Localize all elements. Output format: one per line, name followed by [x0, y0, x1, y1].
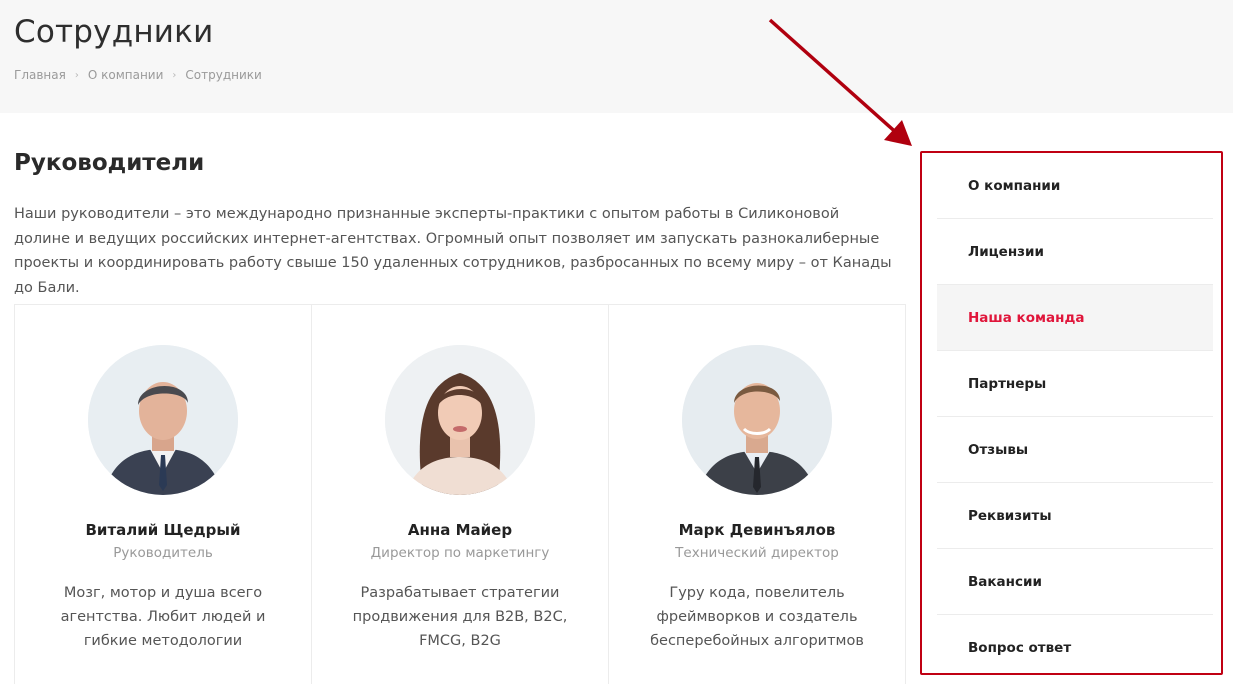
side-menu-item-about[interactable]: О компании — [937, 153, 1213, 219]
avatar — [682, 345, 832, 495]
side-menu-item-licenses[interactable]: Лицензии — [937, 219, 1213, 285]
member-role: Технический директор — [675, 545, 839, 561]
page-header: Сотрудники Главная › О компании › Сотруд… — [0, 0, 1233, 113]
page-title: Сотрудники — [14, 14, 214, 50]
member-description: Мозг, мотор и душа всего агентства. Люби… — [60, 585, 266, 649]
member-name: Анна Майер — [407, 521, 513, 539]
side-menu-item-faq[interactable]: Вопрос ответ — [937, 615, 1213, 681]
member-name: Виталий Щедрый — [85, 521, 241, 539]
side-menu-item-team[interactable]: Наша команда — [937, 285, 1213, 351]
side-menu: О компании Лицензии Наша команда Партнер… — [920, 151, 1223, 675]
team-card[interactable]: Анна Майер Директор по маркетингу Разраб… — [312, 305, 609, 684]
member-description: Разрабатывает стратегии продвижения для … — [352, 585, 568, 649]
team-cards: Виталий Щедрый Руководитель Мозг, мотор … — [14, 304, 906, 684]
team-card[interactable]: Марк Девинъялов Технический директор Гур… — [609, 305, 905, 684]
section-intro: Наши руководители – это международно при… — [14, 206, 892, 296]
member-name: Марк Девинъялов — [678, 521, 836, 539]
team-card[interactable]: Виталий Щедрый Руководитель Мозг, мотор … — [15, 305, 312, 684]
member-role: Директор по маркетингу — [370, 545, 550, 561]
member-role: Руководитель — [113, 545, 213, 561]
chevron-right-icon: › — [172, 69, 177, 81]
red-arrow-icon — [768, 18, 912, 146]
avatar — [88, 345, 238, 495]
side-menu-item-vacancies[interactable]: Вакансии — [937, 549, 1213, 615]
side-menu-item-reviews[interactable]: Отзывы — [937, 417, 1213, 483]
person-photo-icon — [88, 345, 238, 495]
breadcrumb-home-link[interactable]: Главная — [14, 68, 66, 82]
side-menu-item-partners[interactable]: Партнеры — [937, 351, 1213, 417]
person-photo-icon — [682, 345, 832, 495]
breadcrumb: Главная › О компании › Сотрудники — [14, 68, 262, 82]
person-photo-icon — [385, 345, 535, 495]
breadcrumb-current: Сотрудники — [185, 68, 262, 82]
avatar — [385, 345, 535, 495]
chevron-right-icon: › — [74, 69, 79, 81]
side-menu-item-requisites[interactable]: Реквизиты — [937, 483, 1213, 549]
section-title: Руководители — [14, 150, 205, 176]
member-description: Гуру кода, повелитель фреймворков и созд… — [650, 585, 864, 649]
breadcrumb-about-link[interactable]: О компании — [88, 68, 164, 82]
